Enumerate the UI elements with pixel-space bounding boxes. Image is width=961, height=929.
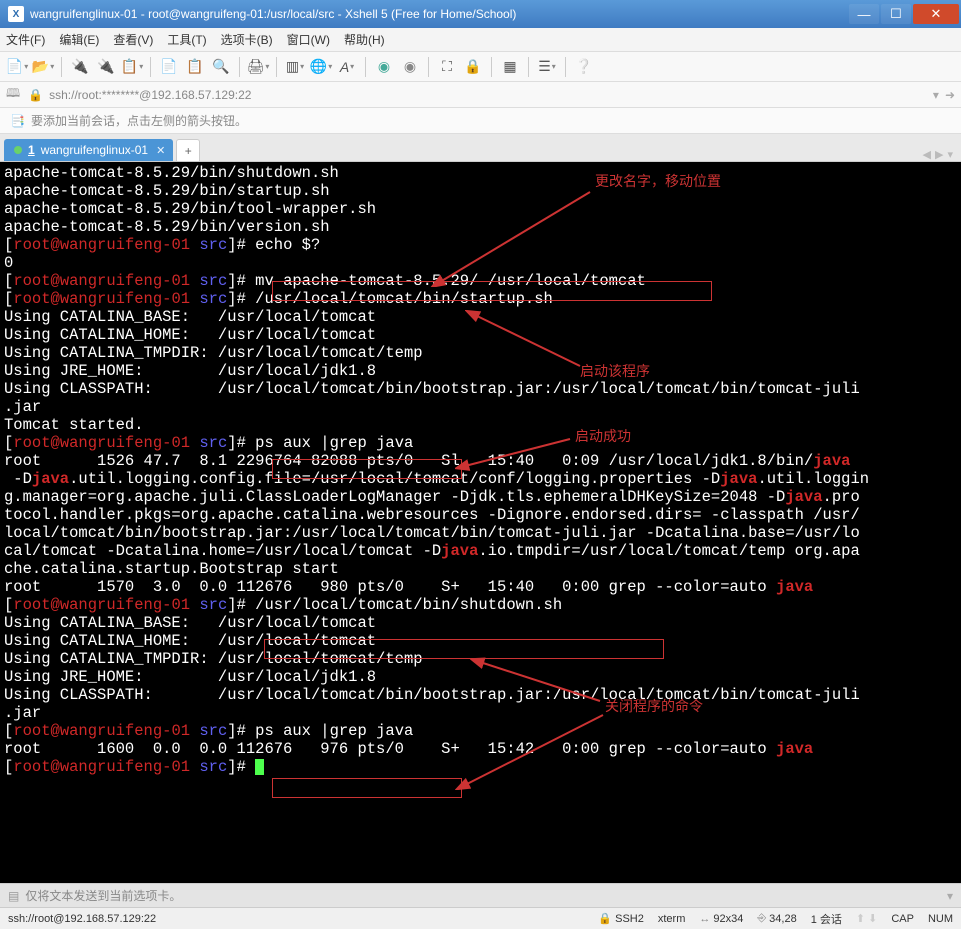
tile-icon[interactable]: ▦ bbox=[499, 56, 521, 78]
status-ssh: SSH2 bbox=[615, 913, 644, 925]
menu-tools[interactable]: 工具(T) bbox=[167, 31, 206, 48]
addr-go-icon[interactable]: ➜ bbox=[945, 88, 955, 102]
status-term: xterm bbox=[658, 913, 686, 925]
status-caps: CAP bbox=[891, 913, 914, 925]
toolbar: 📄 📂 🔌 🔌 📋 📄 📋 🔍 🖨 ▥ 🌐 A ◉ ◉ ⛶ 🔒 ▦ ☰ ❔ bbox=[0, 52, 961, 82]
font-icon[interactable]: A bbox=[336, 56, 358, 78]
arrow-2 bbox=[465, 310, 595, 372]
up-icon[interactable]: ⬆ bbox=[856, 912, 865, 925]
window-titlebar: X wangruifenglinux-01 - root@wangruifeng… bbox=[0, 0, 961, 28]
annotation-1: 更改名字，移动位置 bbox=[595, 172, 721, 190]
xagent-icon[interactable]: ◉ bbox=[399, 56, 421, 78]
menu-help[interactable]: 帮助(H) bbox=[344, 31, 385, 48]
annotation-3: 启动成功 bbox=[575, 427, 631, 445]
send-bar: ▤ 仅将文本发送到当前选项卡。 ▾ bbox=[0, 883, 961, 907]
tab-prev-icon[interactable]: ◀ bbox=[923, 148, 931, 161]
add-tab-button[interactable]: + bbox=[176, 139, 200, 161]
lock-icon[interactable]: 🔒 bbox=[462, 56, 484, 78]
xftp-icon[interactable]: ◉ bbox=[373, 56, 395, 78]
find-icon[interactable]: 🔍 bbox=[210, 56, 232, 78]
menu-bar: 文件(F) 编辑(E) 查看(V) 工具(T) 选项卡(B) 窗口(W) 帮助(… bbox=[0, 28, 961, 52]
addr-dropdown-icon[interactable]: ▾ bbox=[933, 88, 939, 102]
menu-window[interactable]: 窗口(W) bbox=[287, 31, 330, 48]
status-dot-icon bbox=[14, 146, 22, 154]
menu-view[interactable]: 查看(V) bbox=[113, 31, 153, 48]
down-icon[interactable]: ⬇ bbox=[868, 912, 877, 925]
open-session-icon[interactable]: 📂 bbox=[32, 56, 54, 78]
status-size: 92x34 bbox=[713, 913, 743, 925]
new-session-icon[interactable]: 📄 bbox=[6, 56, 28, 78]
bookmark-icon[interactable]: 🕮 bbox=[6, 84, 20, 105]
tab-next-icon[interactable]: ▶ bbox=[935, 148, 943, 161]
app-icon: X bbox=[8, 6, 24, 22]
tab-label: wangruifenglinux-01 bbox=[41, 143, 148, 157]
session-tab[interactable]: 1 wangruifenglinux-01 ✕ bbox=[4, 139, 173, 161]
properties-icon[interactable]: 📋 bbox=[121, 56, 143, 78]
fullscreen-icon[interactable]: ⛶ bbox=[436, 56, 458, 78]
minimize-button[interactable]: — bbox=[849, 4, 879, 24]
maximize-button[interactable]: ☐ bbox=[881, 4, 911, 24]
print-icon[interactable]: 🖨 bbox=[247, 56, 269, 78]
annotation-2: 启动该程序 bbox=[580, 362, 650, 380]
layout-icon[interactable]: ▥ bbox=[284, 56, 306, 78]
status-connection: ssh://root@192.168.57.129:22 bbox=[8, 913, 584, 925]
encoding-icon[interactable]: 🌐 bbox=[310, 56, 332, 78]
send-text: 仅将文本发送到当前选项卡。 bbox=[25, 887, 181, 904]
address-text[interactable]: ssh://root:********@192.168.57.129:22 bbox=[49, 88, 927, 102]
lock-small-icon: 🔒 bbox=[28, 88, 43, 102]
status-bar: ssh://root@192.168.57.129:22 🔒SSH2 xterm… bbox=[0, 907, 961, 929]
tab-bar: 1 wangruifenglinux-01 ✕ + ◀ ▶ ▾ bbox=[0, 134, 961, 162]
terminal[interactable]: apache-tomcat-8.5.29/bin/shutdown.sh apa… bbox=[0, 162, 961, 883]
copy-icon[interactable]: 📄 bbox=[158, 56, 180, 78]
hint-add-icon[interactable]: 📑 bbox=[10, 114, 25, 128]
tab-number: 1 bbox=[28, 143, 35, 157]
hint-text: 要添加当前会话，点击左侧的箭头按钮。 bbox=[31, 112, 247, 129]
tab-close-icon[interactable]: ✕ bbox=[156, 144, 165, 157]
help-icon[interactable]: ❔ bbox=[573, 56, 595, 78]
size-icon: ↔ bbox=[699, 913, 710, 925]
disconnect-icon[interactable]: 🔌 bbox=[95, 56, 117, 78]
cursor-icon: ⎆ bbox=[757, 912, 766, 925]
reconnect-icon[interactable]: 🔌 bbox=[69, 56, 91, 78]
window-title: wangruifenglinux-01 - root@wangruifeng-0… bbox=[30, 7, 847, 21]
view-icon[interactable]: ☰ bbox=[536, 56, 558, 78]
menu-tabs[interactable]: 选项卡(B) bbox=[221, 31, 273, 48]
highlight-box-4 bbox=[272, 778, 462, 798]
status-pos: 34,28 bbox=[769, 913, 797, 925]
menu-edit[interactable]: 编辑(E) bbox=[59, 31, 99, 48]
status-session: 1 会话 bbox=[811, 911, 842, 927]
send-icon[interactable]: ▤ bbox=[8, 889, 19, 903]
close-button[interactable]: ✕ bbox=[913, 4, 959, 24]
lock-status-icon: 🔒 bbox=[598, 912, 612, 925]
paste-icon[interactable]: 📋 bbox=[184, 56, 206, 78]
tab-list-icon[interactable]: ▾ bbox=[947, 148, 953, 161]
send-dropdown-icon[interactable]: ▾ bbox=[947, 889, 953, 903]
address-bar: 🕮 🔒 ssh://root:********@192.168.57.129:2… bbox=[0, 82, 961, 108]
menu-file[interactable]: 文件(F) bbox=[6, 31, 45, 48]
hint-bar: 📑 要添加当前会话，点击左侧的箭头按钮。 bbox=[0, 108, 961, 134]
status-num: NUM bbox=[928, 913, 953, 925]
